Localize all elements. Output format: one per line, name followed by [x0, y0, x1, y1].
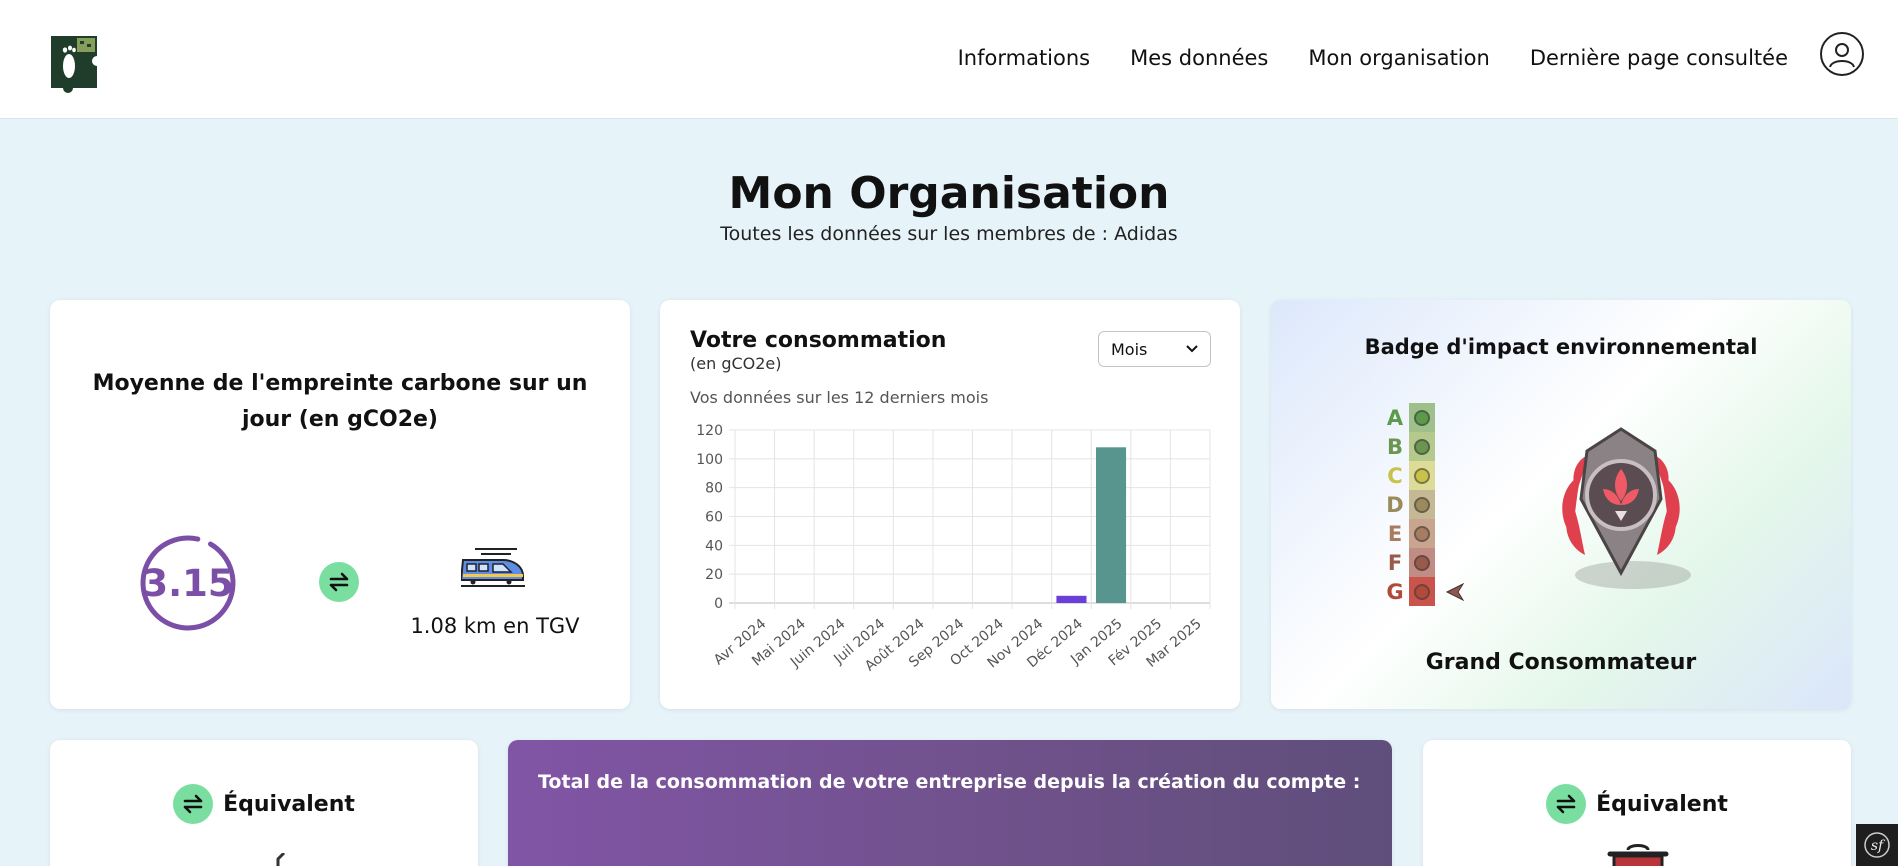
grade-row-c: C [1381, 461, 1465, 490]
grade-badge-icon [1409, 519, 1435, 548]
grade-row-d: D [1381, 490, 1465, 519]
main-nav: Informations Mes données Mon organisatio… [958, 46, 1788, 70]
grade-badge-icon [1409, 403, 1435, 432]
y-tick-label: 0 [714, 596, 723, 612]
energy-grade-scale: ABCDEFG [1381, 403, 1465, 606]
grade-badge-icon [1409, 577, 1435, 606]
consumption-subtitle: Vos données sur les 12 derniers mois [690, 388, 989, 407]
high-speed-train-icon [461, 548, 525, 587]
company-total-card: Total de la consommation de votre entrep… [508, 740, 1392, 866]
footprint-puzzle-logo[interactable] [47, 32, 103, 96]
grade-row-b: B [1381, 432, 1465, 461]
bar-8[interactable] [1056, 595, 1087, 603]
chevron-down-icon [1186, 345, 1198, 353]
grade-letter: D [1386, 492, 1404, 517]
grade-letter: A [1386, 405, 1404, 430]
y-tick-label: 60 [705, 510, 723, 526]
grade-row-e: E [1381, 519, 1465, 548]
y-tick-label: 100 [696, 452, 723, 468]
nav-mes-donnees[interactable]: Mes données [1130, 46, 1268, 70]
symfony-debug-toolbar-toggle[interactable]: sf [1856, 824, 1898, 866]
equivalent-card-left: Équivalent [50, 740, 478, 866]
nav-derniere-page[interactable]: Dernière page consultée [1530, 46, 1788, 70]
badge-name: Grand Consommateur [1425, 650, 1697, 675]
consumption-card: Votre consommation (en gCO2e) Mois Vos d… [660, 300, 1240, 709]
grade-letter: G [1386, 579, 1404, 604]
badge-card-title: Badge d'impact environnemental [1364, 335, 1758, 359]
user-circle-icon [1829, 43, 1855, 68]
equivalent-label: Équivalent [223, 791, 355, 817]
equivalent-card-right: Équivalent [1423, 740, 1851, 866]
y-tick-label: 40 [705, 538, 723, 554]
y-tick-label: 80 [705, 481, 723, 497]
grade-badge-icon [1409, 490, 1435, 519]
current-grade-pointer-icon [1445, 582, 1465, 601]
grade-letter: F [1387, 550, 1403, 575]
equivalent-label: Équivalent [1596, 791, 1728, 817]
top-header: Informations Mes données Mon organisatio… [0, 0, 1898, 119]
average-footprint-card: Moyenne de l'empreinte carbone sur un jo… [50, 300, 630, 709]
grade-letter: B [1386, 434, 1403, 459]
consumption-title: Votre consommation [690, 328, 947, 353]
nav-informations[interactable]: Informations [958, 46, 1091, 70]
red-laurel-medal-icon [1562, 427, 1691, 589]
average-card-title: Moyenne de l'empreinte carbone sur un jo… [92, 371, 588, 432]
page-subtitle: Toutes les données sur les membres de : … [720, 223, 1178, 245]
page-title: Mon Organisation [728, 168, 1170, 219]
equivalent-train-text: 1.08 km en TGV [410, 614, 580, 638]
swap-arrows-icon [1546, 784, 1587, 824]
average-value: 3.15 [142, 562, 234, 605]
user-account-button[interactable] [1820, 32, 1864, 76]
bar-9[interactable] [1096, 447, 1127, 603]
swap-arrows-icon [319, 562, 359, 602]
equivalent-illustration-icon [276, 853, 286, 866]
grade-badge-icon [1409, 548, 1435, 577]
grade-letter: E [1387, 521, 1403, 546]
cooking-pot-icon [1607, 844, 1669, 866]
grade-row-g: G [1381, 577, 1465, 606]
symfony-logo-icon: sf [1864, 832, 1890, 858]
impact-badge-card: Badge d'impact environnemental ABCDEFG G… [1271, 300, 1851, 709]
grade-row-a: A [1381, 403, 1465, 432]
consumption-unit: (en gCO2e) [690, 354, 782, 373]
company-total-title: Total de la consommation de votre entrep… [538, 771, 1361, 793]
grade-badge-icon [1409, 461, 1435, 490]
swap-arrows-icon [173, 784, 214, 824]
grade-letter: C [1387, 463, 1403, 488]
period-selected-value: Mois [1111, 339, 1148, 359]
period-select[interactable]: Mois [1098, 331, 1211, 367]
svg-text:sf: sf [1871, 838, 1886, 854]
y-tick-label: 20 [705, 567, 723, 583]
consumption-bar-chart: 020406080100120Avr 2024Mai 2024Juin 2024… [696, 423, 1211, 675]
grade-badge-icon [1409, 432, 1435, 461]
grade-row-f: F [1381, 548, 1465, 577]
y-tick-label: 120 [696, 423, 723, 439]
nav-mon-organisation[interactable]: Mon organisation [1308, 46, 1489, 70]
